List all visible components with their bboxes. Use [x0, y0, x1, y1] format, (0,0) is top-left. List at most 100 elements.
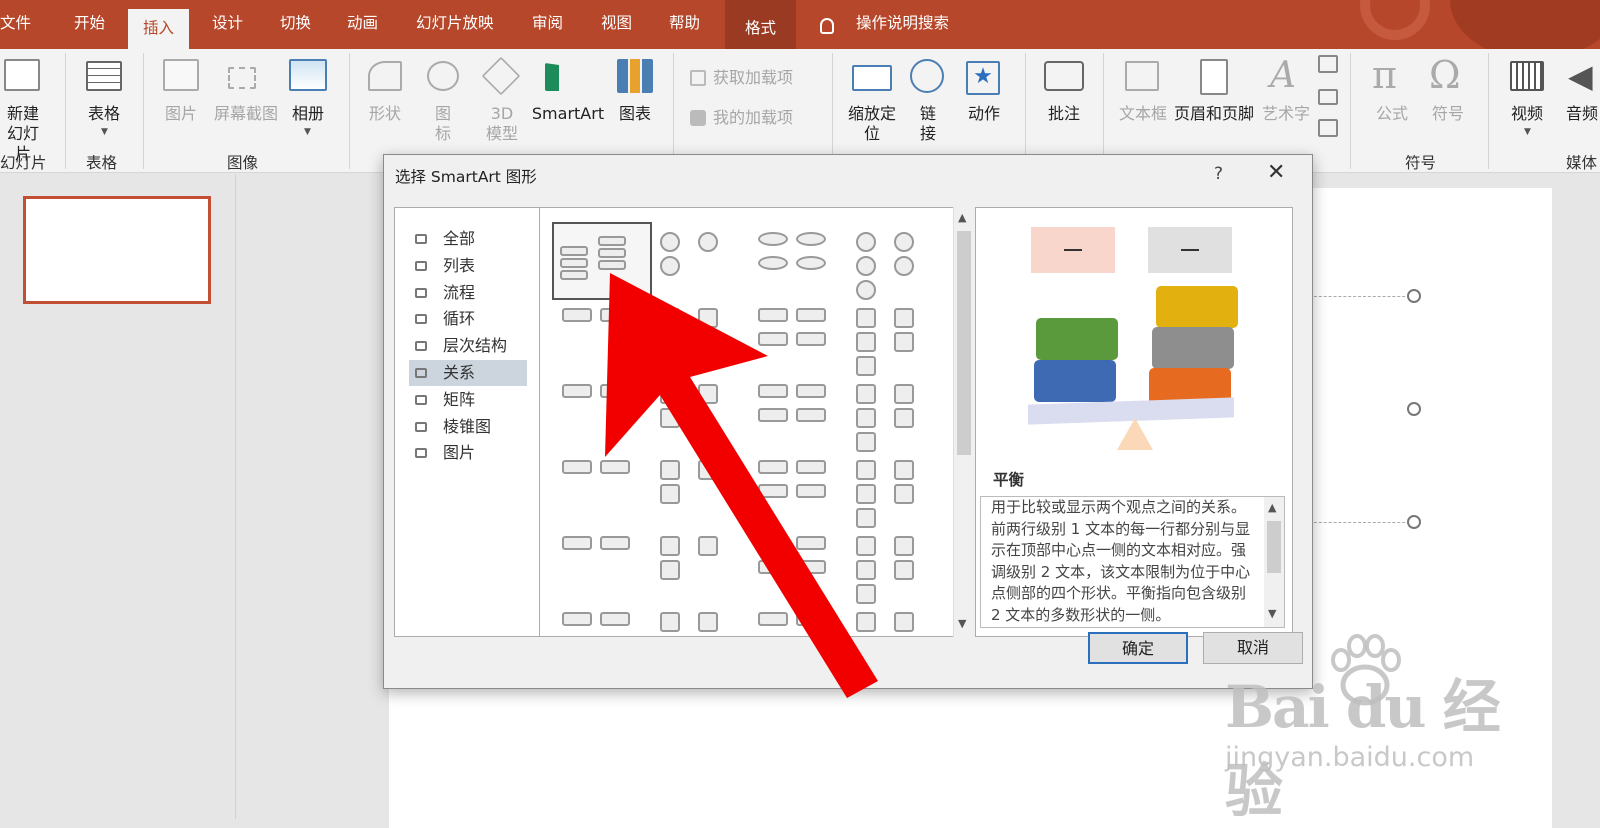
ok-button[interactable]: 确定: [1088, 632, 1188, 664]
tell-me-search[interactable]: 操作说明搜索: [856, 10, 949, 36]
tab-design[interactable]: 设计: [212, 10, 243, 36]
scroll-down-icon[interactable]: ▼: [1268, 607, 1276, 620]
textbox-button[interactable]: 文本框: [1119, 104, 1167, 124]
gallery-shape: [796, 256, 826, 270]
resize-handle[interactable]: [1407, 515, 1421, 529]
gallery-item[interactable]: [750, 376, 842, 446]
slide-thumbnail[interactable]: [23, 196, 211, 304]
gallery-shape: [856, 256, 876, 276]
preview-dash: [1181, 249, 1199, 251]
scrollbar-thumb[interactable]: [1267, 521, 1281, 573]
audio-button[interactable]: 音频: [1564, 104, 1600, 124]
category-item[interactable]: 全部: [409, 226, 527, 252]
tab-review[interactable]: 审阅: [532, 10, 563, 36]
my-addins-button[interactable]: 我的加载项: [713, 108, 793, 128]
gallery-item[interactable]: [750, 604, 842, 636]
tab-home[interactable]: 开始: [74, 10, 105, 36]
gallery-shape: [894, 484, 914, 504]
tab-file[interactable]: 文件: [0, 10, 31, 36]
star-action-icon: ★: [966, 61, 1000, 95]
screenshot-button[interactable]: 屏幕截图: [212, 104, 280, 124]
tab-transitions[interactable]: 切换: [280, 10, 311, 36]
tab-insert[interactable]: 插入: [128, 9, 190, 49]
category-item[interactable]: 流程: [409, 280, 527, 306]
category-item[interactable]: 循环: [409, 306, 527, 332]
get-addins-button[interactable]: 获取加载项: [713, 68, 793, 88]
smartart-button[interactable]: SmartArt: [530, 104, 606, 124]
gallery-item[interactable]: [554, 452, 646, 522]
gallery-shape: [600, 612, 630, 626]
gallery-item[interactable]: [848, 452, 940, 528]
resize-handle[interactable]: [1407, 402, 1421, 416]
gallery-item[interactable]: [848, 604, 940, 636]
category-item[interactable]: 图片: [409, 440, 527, 466]
scroll-down-icon[interactable]: ▼: [958, 617, 966, 630]
equation-button[interactable]: 公式: [1374, 104, 1410, 124]
gallery-shape: [856, 332, 876, 352]
tab-animations[interactable]: 动画: [347, 10, 378, 36]
action-button[interactable]: 动作: [964, 104, 1004, 124]
gallery-item[interactable]: [848, 376, 940, 452]
category-item[interactable]: 矩阵: [409, 387, 527, 413]
gallery-item[interactable]: [652, 604, 744, 636]
photo-album-button[interactable]: 相册: [288, 104, 328, 124]
video-button[interactable]: 视频: [1509, 104, 1545, 124]
tab-format[interactable]: 格式: [725, 0, 797, 49]
gallery-item[interactable]: [554, 376, 646, 446]
gallery-scrollbar[interactable]: ▲ ▼: [953, 207, 973, 637]
gallery-item[interactable]: [554, 300, 646, 370]
gallery-shape: [660, 484, 680, 504]
pictures-button[interactable]: 图片: [163, 104, 199, 124]
resize-handle[interactable]: [1407, 289, 1421, 303]
wordart-button[interactable]: 艺术字: [1260, 104, 1312, 124]
preview-panel: 平衡 用于比较或显示两个观点之间的关系。前两行级别 1 文本的每一行都分别与显示…: [975, 207, 1293, 637]
zoom-button[interactable]: 缩放定 位: [846, 104, 898, 144]
gallery-item[interactable]: [750, 300, 842, 370]
scrollbar-thumb[interactable]: [957, 231, 971, 455]
link-button[interactable]: 链 接: [918, 104, 938, 144]
category-item[interactable]: 棱锥图: [409, 414, 527, 440]
tab-slideshow[interactable]: 幻灯片放映: [416, 10, 494, 36]
help-button[interactable]: ?: [1214, 164, 1223, 184]
shapes-button[interactable]: 形状: [367, 104, 403, 124]
screenshot-icon: [228, 67, 256, 89]
tab-view[interactable]: 视图: [601, 10, 632, 36]
slide-number-icon: [1318, 89, 1338, 105]
gallery-shape: [796, 408, 826, 422]
category-item[interactable]: 列表: [409, 253, 527, 279]
gallery-shape: [758, 612, 788, 626]
gallery-item[interactable]: [652, 300, 744, 370]
table-button[interactable]: 表格: [84, 104, 124, 124]
gallery-item[interactable]: [652, 528, 744, 598]
preview-yellow-block: [1156, 286, 1238, 328]
3d-models-button[interactable]: 3D 模型: [484, 104, 520, 144]
header-footer-button[interactable]: 页眉和页脚: [1172, 104, 1256, 124]
scroll-up-icon[interactable]: ▲: [958, 211, 966, 224]
gallery-shape: [698, 536, 718, 556]
tab-help[interactable]: 帮助: [669, 10, 700, 36]
comment-button[interactable]: 批注: [1046, 104, 1082, 124]
gallery-item[interactable]: [652, 224, 744, 294]
close-button[interactable]: ✕: [1267, 160, 1285, 185]
gallery-item[interactable]: [554, 604, 646, 636]
category-item[interactable]: 关系: [409, 360, 527, 386]
description-scrollbar[interactable]: ▲ ▼: [1264, 497, 1284, 627]
gallery-item[interactable]: [750, 224, 842, 294]
gallery-item[interactable]: [848, 528, 940, 604]
gallery-item[interactable]: [750, 452, 842, 522]
gallery-item[interactable]: [848, 300, 940, 376]
category-item[interactable]: 层次结构: [409, 333, 527, 359]
scroll-up-icon[interactable]: ▲: [1268, 501, 1276, 514]
gallery-shape: [660, 332, 680, 352]
gallery-shape: [856, 584, 876, 604]
symbol-button[interactable]: 符号: [1430, 104, 1466, 124]
gallery-item[interactable]: [750, 528, 842, 598]
icons-button[interactable]: 图 标: [430, 104, 456, 144]
hierarchy-icon: [415, 341, 427, 352]
gallery-item[interactable]: [554, 528, 646, 598]
gallery-item[interactable]: [848, 224, 940, 300]
chart-button[interactable]: 图表: [615, 104, 655, 124]
gallery-item[interactable]: [652, 376, 744, 446]
gallery-item[interactable]: [652, 452, 744, 522]
comment-icon: [1044, 61, 1084, 91]
